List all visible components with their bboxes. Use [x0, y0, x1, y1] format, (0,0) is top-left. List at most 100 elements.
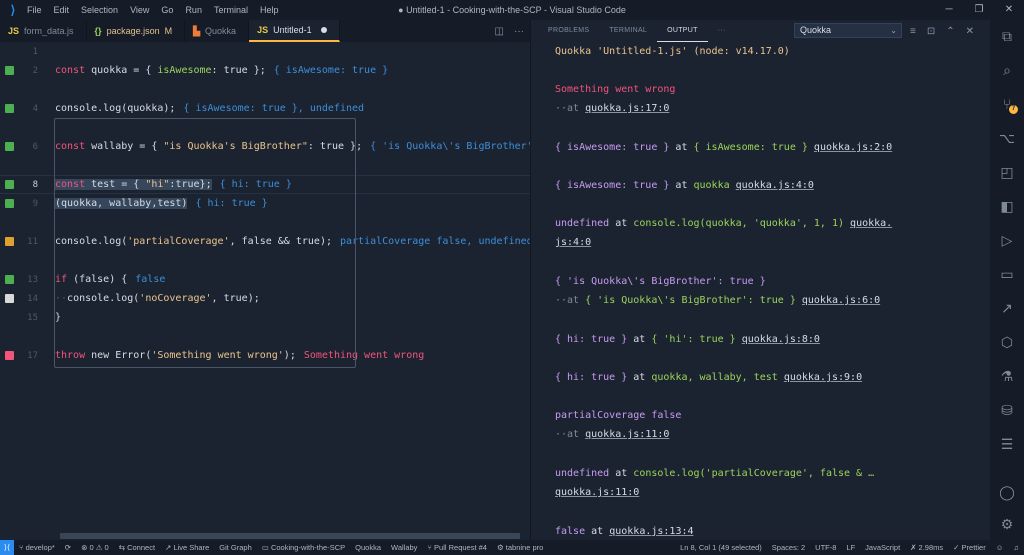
line-number: 4: [32, 103, 38, 114]
source-link[interactable]: quokka.js:13:4: [609, 526, 693, 537]
tab-quokka[interactable]: ▙ Quokka: [185, 20, 250, 42]
close-icon[interactable]: ✕: [994, 0, 1024, 20]
tab-form-data[interactable]: JS form_data.js: [0, 20, 87, 42]
source-link[interactable]: quokka.js:17:0: [585, 103, 669, 114]
close-panel-icon[interactable]: ✕: [966, 26, 974, 37]
source-link[interactable]: quokka.js:11:0: [585, 429, 669, 440]
source-link[interactable]: quokka.js:4:0: [736, 180, 814, 191]
source-link[interactable]: quokka.js:11:0: [555, 487, 639, 498]
folder-label: Cooking-with-the-SCP: [270, 543, 346, 552]
inline-value: { isAwesome: true }, undefined: [183, 103, 365, 114]
extensions-icon[interactable]: ◰: [990, 156, 1024, 188]
tab-package-json[interactable]: {} package.json M: [87, 20, 186, 42]
menu-go[interactable]: Go: [160, 5, 174, 15]
unsaved-dot-icon[interactable]: [320, 27, 327, 33]
line-number: 8: [32, 179, 38, 190]
tabnine-status[interactable]: ⚙ tabnine pro: [492, 543, 548, 552]
feedback-icon[interactable]: ☺: [991, 543, 1009, 552]
connect-status[interactable]: ⇆ Connect: [114, 543, 160, 552]
split-editor-icon[interactable]: ◫: [495, 26, 504, 37]
minimize-icon[interactable]: ─: [934, 0, 964, 20]
remote-icon[interactable]: ⟩⟨: [0, 540, 14, 555]
source-link[interactable]: quokka.js:2:0: [814, 142, 892, 153]
list-filter-icon[interactable]: ≡: [910, 26, 916, 37]
source-link[interactable]: js:4:0: [555, 237, 591, 248]
prettier-status[interactable]: ✓ Prettier: [948, 543, 991, 552]
inline-value: { 'is Quokka\'s BigBrother': t: [370, 141, 551, 152]
account-icon[interactable]: ◯: [990, 476, 1024, 508]
quokka-timing[interactable]: ✗ 2.98ms: [905, 543, 948, 552]
sync-icon[interactable]: ⟳: [60, 543, 76, 552]
tab-problems[interactable]: PROBLEMS: [538, 20, 599, 42]
source-link[interactable]: quokka.js:9:0: [784, 372, 862, 383]
lock-icon[interactable]: ⊡: [927, 26, 935, 37]
tab-terminal[interactable]: TERMINAL: [599, 20, 657, 42]
code-line: 4 console.log(quokka);{ isAwesome: true …: [0, 99, 530, 118]
wallaby-icon[interactable]: ◧: [990, 190, 1024, 222]
split-divider[interactable]: [530, 20, 538, 540]
source-link[interactable]: quokka.: [850, 218, 892, 229]
menu-edit[interactable]: Edit: [53, 5, 71, 15]
output-channel-value: Quokka: [800, 25, 832, 35]
output-channel-select[interactable]: Quokka ⌄: [794, 23, 902, 38]
inline-error: Something went wrong: [303, 350, 425, 361]
docker-icon[interactable]: ⬡: [990, 326, 1024, 358]
checklist-icon[interactable]: ☰: [990, 428, 1024, 460]
coverage-covered-marker: [5, 199, 14, 208]
pull-request-status[interactable]: ⑂ Pull Request #4: [422, 543, 492, 552]
problems-status[interactable]: ⊗ 0 ⚠ 0: [76, 543, 114, 552]
count-badge: 7: [1009, 105, 1018, 114]
menu-terminal[interactable]: Terminal: [213, 5, 249, 15]
code-text: throw new Error('Something went wrong');…: [55, 350, 425, 361]
cursor-position[interactable]: Ln 8, Col 1 (49 selected): [675, 543, 767, 552]
testing-icon[interactable]: ⚗: [990, 360, 1024, 392]
output-line: ··at { 'is Quokka\'s BigBrother': true }…: [555, 295, 881, 306]
menu-help[interactable]: Help: [259, 5, 280, 15]
git-graph-status[interactable]: Git Graph: [214, 543, 257, 552]
restore-icon[interactable]: ❐: [964, 0, 994, 20]
folder-status[interactable]: ▭ Cooking-with-the-SCP: [257, 543, 350, 552]
git-graph-icon[interactable]: ⌥: [990, 122, 1024, 154]
output-line: { hi: true } at quokka, wallaby, test qu…: [555, 372, 863, 383]
tab-label: Quokka: [205, 26, 237, 36]
indentation[interactable]: Spaces: 2: [767, 543, 810, 552]
database-icon[interactable]: ⛁: [990, 394, 1024, 426]
menu-selection[interactable]: Selection: [80, 5, 119, 15]
maximize-panel-icon[interactable]: ⌃: [946, 26, 954, 37]
panel-more-icon[interactable]: ···: [708, 20, 736, 42]
tab-untitled-1[interactable]: JS Untitled-1: [249, 20, 340, 42]
search-icon[interactable]: ⌕: [990, 54, 1024, 86]
live-share-status[interactable]: ↗ Live Share: [160, 543, 214, 552]
output-line: false at quokka.js:13:4: [555, 526, 694, 537]
live-share-icon[interactable]: ↗: [990, 292, 1024, 324]
source-link[interactable]: quokka.js:8:0: [742, 334, 820, 345]
panel-actions: ≡ ⊡ ⌃ ✕: [910, 20, 974, 42]
branch-status[interactable]: ⑂ develop*: [14, 543, 60, 552]
source-control-icon[interactable]: ⑂ 7: [990, 88, 1024, 120]
menu-file[interactable]: File: [26, 5, 43, 15]
explorer-icon[interactable]: ⧉: [990, 20, 1024, 52]
settings-gear-icon[interactable]: ⚙: [990, 508, 1024, 540]
output-line: Quokka 'Untitled-1.js' (node: v14.17.0): [555, 46, 790, 57]
language-mode[interactable]: JavaScript: [860, 543, 905, 552]
editor-actions: ◫ ···: [495, 20, 524, 42]
more-actions-icon[interactable]: ···: [514, 26, 524, 37]
horizontal-scrollbar[interactable]: [60, 533, 520, 539]
code-text: console.log('partialCoverage', false && …: [55, 236, 533, 247]
source-link[interactable]: quokka.js:6:0: [802, 295, 880, 306]
tab-output[interactable]: OUTPUT: [657, 20, 708, 42]
vscode-logo-icon: ⟩: [10, 3, 16, 17]
quokka-status[interactable]: Quokka: [350, 543, 386, 552]
wallaby-status[interactable]: Wallaby: [386, 543, 422, 552]
notifications-icon[interactable]: ♫: [1008, 543, 1024, 552]
code-line: 9 (quokka, wallaby,test){ hi: true }: [0, 194, 530, 213]
line-ending[interactable]: LF: [841, 543, 860, 552]
menu-view[interactable]: View: [129, 5, 150, 15]
run-debug-icon[interactable]: ▷: [990, 224, 1024, 256]
encoding[interactable]: UTF-8: [810, 543, 841, 552]
code-text: const test = { "hi":true};{ hi: true }: [55, 179, 292, 190]
menu-run[interactable]: Run: [184, 5, 203, 15]
code-editor[interactable]: 1 2 const quokka = { isAwesome: true };{…: [0, 42, 551, 540]
remote-explorer-icon[interactable]: ▭: [990, 258, 1024, 290]
code-text: (quokka, wallaby,test){ hi: true }: [55, 198, 268, 209]
